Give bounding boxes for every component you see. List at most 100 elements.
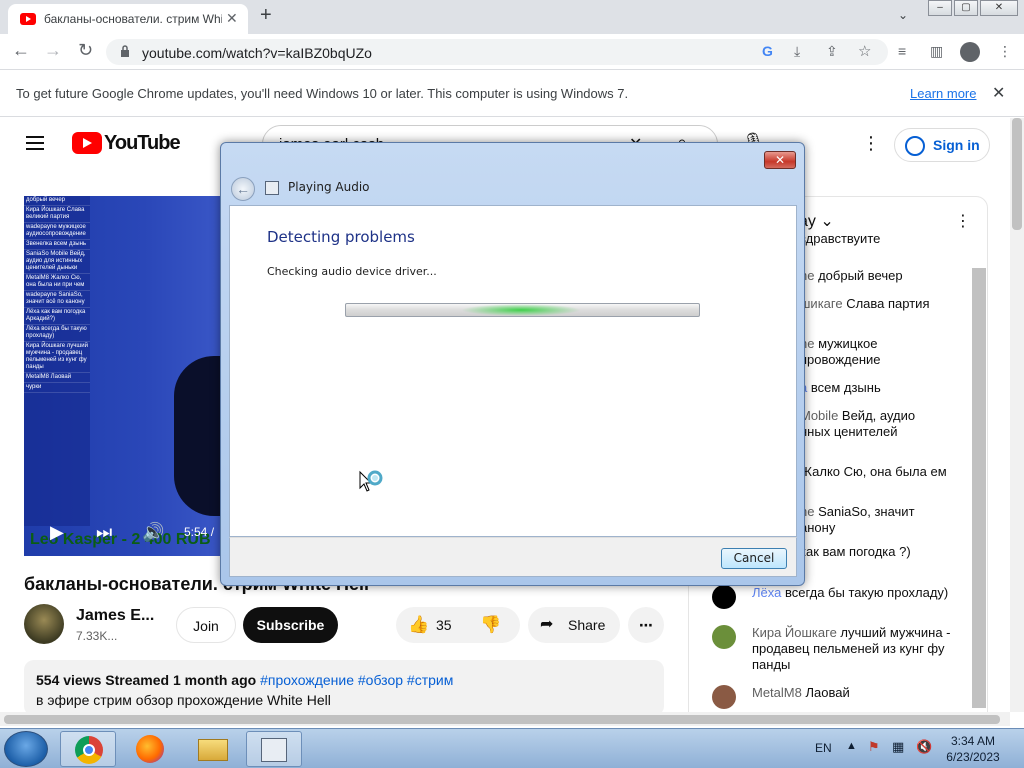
- overlay-line: чурки: [24, 383, 90, 393]
- channel-name[interactable]: James E...: [76, 607, 154, 625]
- chat-text: всегда бы такую прохладу): [781, 585, 949, 600]
- cancel-button[interactable]: Cancel: [721, 548, 787, 569]
- share-page-icon[interactable]: ⇪: [826, 43, 838, 60]
- description-box[interactable]: 554 views Streamed 1 month ago #прохожде…: [24, 660, 664, 716]
- chat-text: Слава партия: [842, 296, 930, 311]
- like-icon[interactable]: 👍: [408, 607, 429, 643]
- chat-author-avatar: [712, 585, 736, 609]
- view-stats: 554 views Streamed 1 month ago: [36, 672, 257, 688]
- chat-message: Жалко Сю, она была ем: [800, 464, 948, 480]
- dialog-close-button[interactable]: ✕: [764, 151, 796, 169]
- chat-text: здравствуйте: [800, 236, 881, 246]
- dialog-title: Playing Audio: [288, 180, 370, 194]
- channel-avatar[interactable]: [24, 604, 64, 644]
- tab-close-icon[interactable]: ✕: [226, 10, 238, 27]
- overlay-line: wadepayne мужицкое аудиосопровождение: [24, 223, 90, 240]
- action-center-icon[interactable]: ⚑: [868, 739, 880, 755]
- media-control-icon[interactable]: ≡: [898, 43, 906, 59]
- play-icon[interactable]: ▶: [50, 522, 64, 543]
- progress-glow: [461, 304, 581, 316]
- overlay-line: Звенелка всем дзынь: [24, 240, 90, 250]
- speaker-app-icon: [265, 181, 279, 195]
- update-infobar: To get future Google Chrome updates, you…: [0, 71, 1024, 117]
- share-button[interactable]: ➦ Share: [528, 607, 620, 643]
- chat-text: всем дзынь: [807, 380, 881, 395]
- subscribe-button[interactable]: Subscribe: [243, 607, 338, 643]
- page-horizontal-scrollbar[interactable]: [0, 712, 1010, 726]
- back-arrow-icon[interactable]: ←: [231, 177, 255, 201]
- google-translate-icon[interactable]: G: [762, 43, 773, 59]
- tab-youtube[interactable]: бакланы-основатели. стрим White Hell ✕: [8, 4, 248, 34]
- troubleshooter-icon: [261, 738, 287, 762]
- chat-scrollbar[interactable]: [972, 268, 986, 708]
- youtube-logo-icon[interactable]: [72, 132, 102, 154]
- windows-taskbar: EN ▲ ⚑ ▦ 🔇 3:34 AM 6/23/2023: [0, 728, 1024, 768]
- show-hidden-icons-icon[interactable]: ▲: [846, 740, 857, 752]
- chat-text: SaniaSo, значит анону: [800, 504, 915, 535]
- language-indicator[interactable]: EN: [815, 741, 832, 755]
- page-vertical-scrollbar[interactable]: [1010, 118, 1024, 712]
- tab-search-icon[interactable]: ⌄: [898, 8, 908, 22]
- dialog-footer: Cancel: [229, 537, 797, 577]
- address-bar[interactable]: youtube.com/watch?v=kaIBZ0bqUZo G ⤓ ⇪ ☆: [106, 39, 888, 65]
- video-figure: [174, 356, 224, 516]
- next-icon[interactable]: ⏭: [96, 522, 112, 543]
- sign-in-label: Sign in: [933, 137, 980, 153]
- infobar-close-icon[interactable]: ✕: [992, 83, 1005, 103]
- youtube-logo-text[interactable]: YouTube: [104, 132, 181, 155]
- chat-message: Лёха всегда бы такую прохладу): [752, 585, 952, 601]
- chat-message: MetalM8 Лаовай: [752, 685, 952, 701]
- taskbar-troubleshooter[interactable]: [246, 731, 302, 767]
- learn-more-link[interactable]: Learn more: [910, 86, 976, 101]
- reload-icon[interactable]: ↻: [78, 40, 93, 61]
- dislike-icon[interactable]: 👎: [480, 607, 501, 643]
- maximize-button[interactable]: ▢: [954, 0, 978, 16]
- chat-menu-icon[interactable]: ⋮: [955, 211, 971, 231]
- video-time: 5:54 /: [184, 525, 215, 539]
- bookmark-star-icon[interactable]: ☆: [858, 42, 871, 60]
- chrome-menu-icon[interactable]: ⋮: [998, 43, 1012, 60]
- back-icon[interactable]: ←: [12, 40, 30, 61]
- start-button[interactable]: [4, 731, 48, 767]
- browser-toolbar: ← → ↻ youtube.com/watch?v=kaIBZ0bqUZo G …: [0, 34, 1024, 70]
- volume-muted-icon[interactable]: 🔇: [916, 739, 932, 755]
- share-label: Share: [568, 617, 606, 633]
- side-panel-icon[interactable]: ▥: [930, 43, 943, 60]
- taskbar-chrome[interactable]: [60, 731, 116, 767]
- join-button[interactable]: Join: [176, 607, 236, 643]
- overlay-line: добрый вечер: [24, 196, 90, 206]
- chat-text: Жалко Сю, она была ем: [800, 464, 947, 479]
- chat-message: а всем дзынь: [800, 380, 948, 396]
- settings-menu-icon[interactable]: ⋮: [862, 133, 880, 154]
- chat-text: добрый вечер: [814, 268, 903, 283]
- network-icon[interactable]: ▦: [892, 739, 904, 755]
- forward-icon[interactable]: →: [44, 40, 62, 61]
- scroll-thumb[interactable]: [4, 715, 1000, 724]
- chat-author: Кира Йошкаге: [752, 625, 837, 640]
- video-player[interactable]: добрый вечер Кира Йошкаге Слава великий …: [24, 196, 224, 556]
- taskbar-explorer[interactable]: [186, 731, 242, 767]
- menu-icon[interactable]: [26, 136, 44, 150]
- more-actions-button[interactable]: ⋯: [628, 607, 664, 643]
- taskbar-firefox[interactable]: [124, 731, 180, 767]
- tab-strip: бакланы-основатели. стрим White Hell ✕ +…: [0, 0, 1024, 34]
- minimize-button[interactable]: –: [928, 0, 952, 16]
- chat-message: Кира Йошкаге лучший мужчина - продавец п…: [752, 625, 952, 673]
- sign-in-button[interactable]: Sign in: [894, 128, 990, 162]
- overlay-line: SaniaSo Mobile Вейд, аудио для истинных …: [24, 250, 90, 274]
- overlay-line: Лёха как вам погодка Аркадий?): [24, 308, 90, 325]
- profile-avatar-icon[interactable]: [960, 42, 980, 62]
- hashtags[interactable]: #прохождение #обзор #стрим: [260, 672, 453, 688]
- clock[interactable]: 3:34 AM 6/23/2023: [940, 733, 1006, 765]
- scroll-thumb[interactable]: [1012, 118, 1022, 230]
- share-icon: ➦: [540, 616, 554, 633]
- video-meta: 554 views Streamed 1 month ago #прохожде…: [36, 672, 453, 688]
- overlay-line: MetalM8 Лаовай: [24, 373, 90, 383]
- description-text: в эфире стрим обзор прохождение White He…: [36, 692, 331, 708]
- overlay-line: MetalM8 Жалко Сю, она была ни при чем: [24, 274, 90, 291]
- new-tab-icon[interactable]: +: [260, 4, 272, 27]
- volume-icon[interactable]: 🔊: [142, 522, 164, 543]
- install-icon[interactable]: ⤓: [794, 43, 800, 60]
- account-icon: [905, 136, 925, 156]
- window-close-button[interactable]: ✕: [980, 0, 1018, 16]
